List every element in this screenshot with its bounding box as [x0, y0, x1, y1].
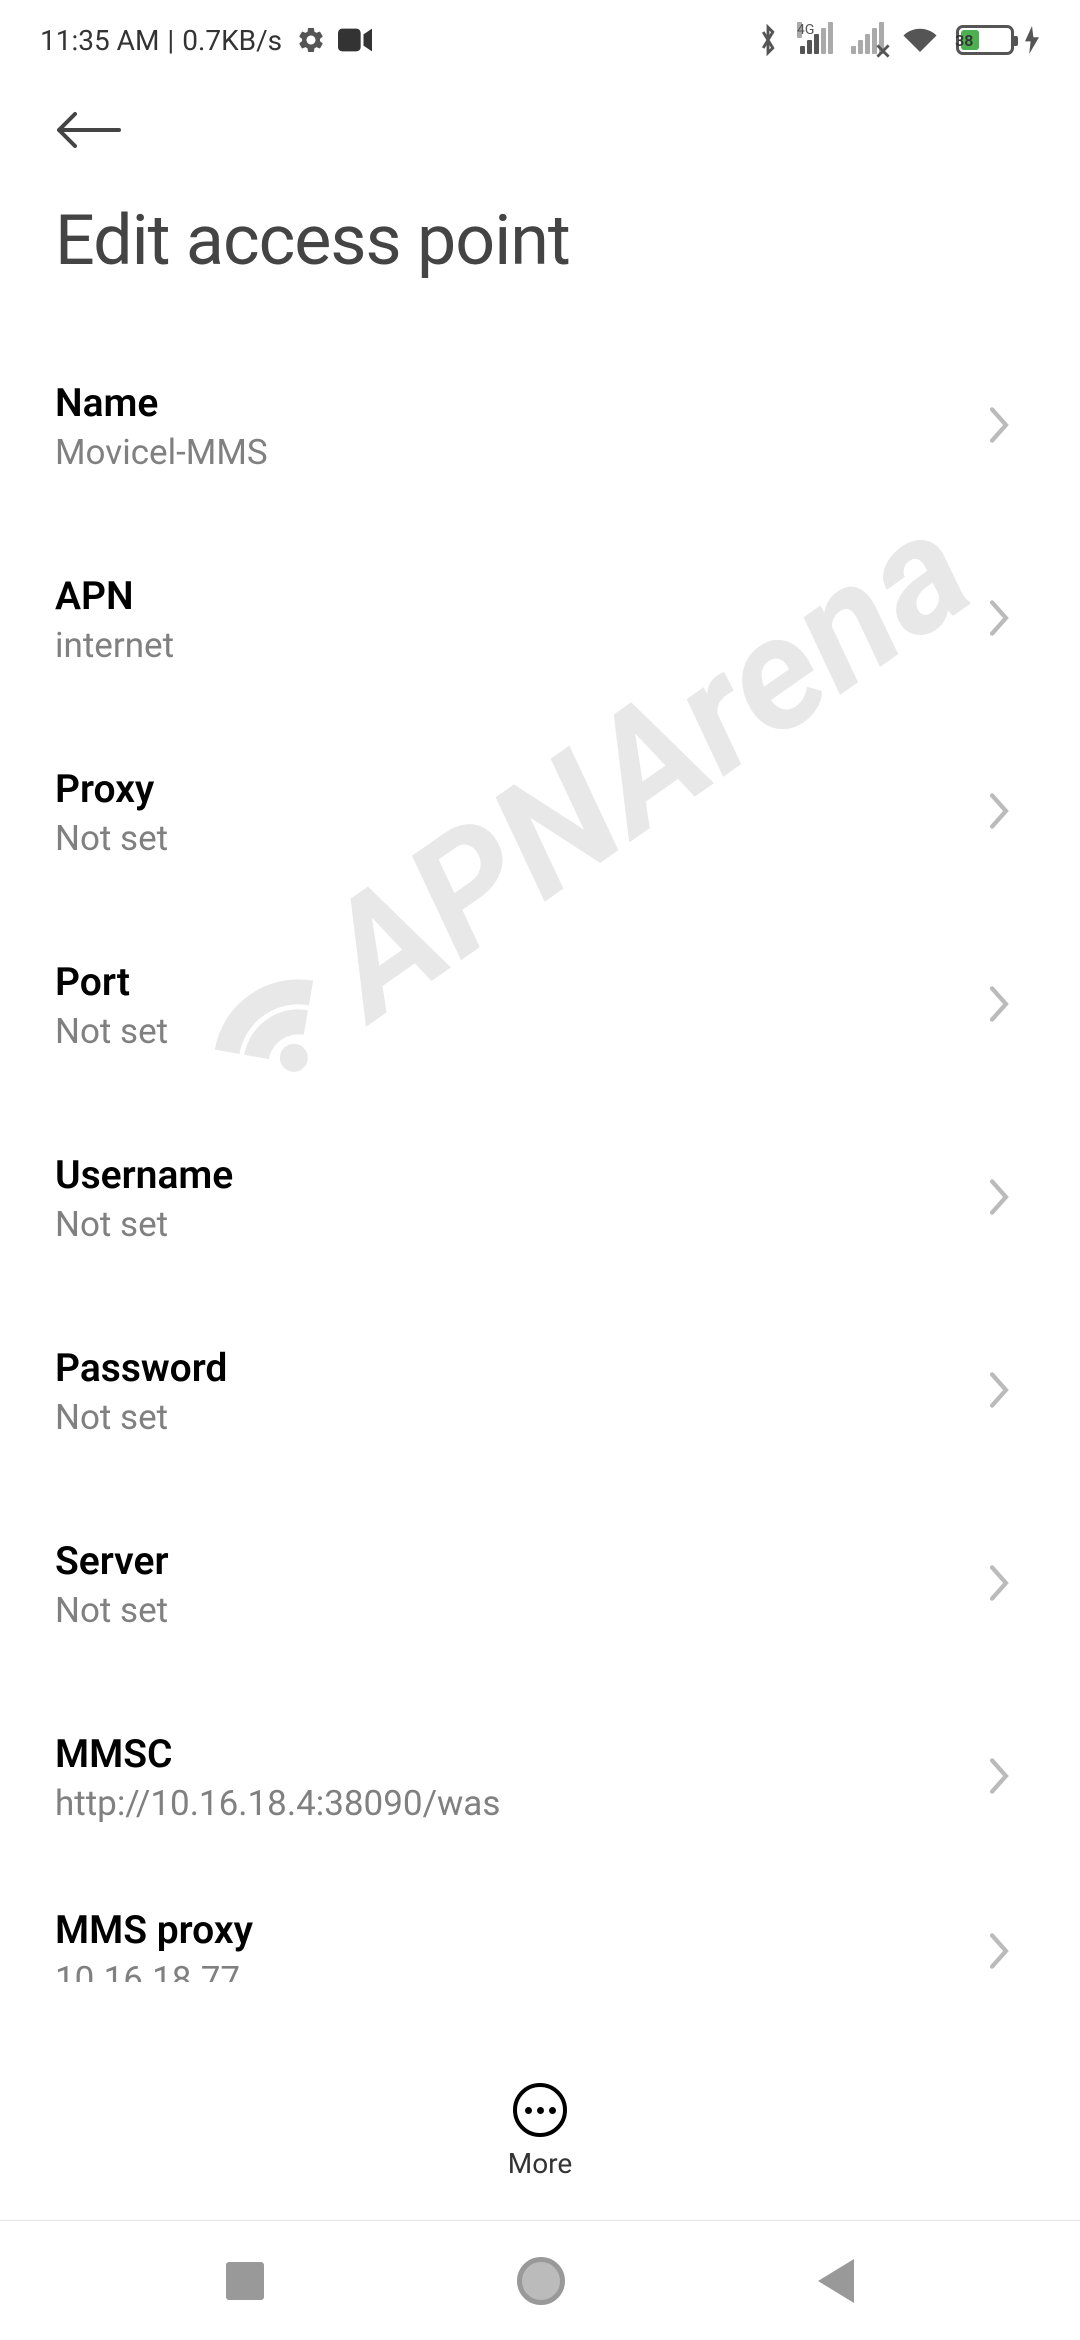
more-button[interactable]: More: [0, 2083, 1080, 2180]
setting-label: Proxy: [55, 766, 168, 812]
setting-value: Not set: [55, 818, 168, 859]
setting-label: APN: [55, 573, 174, 619]
setting-port[interactable]: Port Not set: [55, 911, 1025, 1104]
status-divider: |: [167, 24, 174, 57]
setting-label: Name: [55, 380, 268, 426]
chevron-right-icon: [988, 599, 1010, 641]
settings-list: Name Movicel-MMS APN internet Proxy Not …: [0, 332, 1080, 1982]
setting-value: Not set: [55, 1590, 168, 1631]
status-time: 11:35 AM: [40, 24, 159, 57]
setting-value: Not set: [55, 1397, 227, 1438]
status-speed: 0.7KB/s: [182, 24, 282, 57]
setting-value: internet: [55, 625, 174, 666]
signal-sim1-icon: 4G: [797, 26, 833, 54]
back-button[interactable]: [55, 110, 115, 150]
nav-back-button[interactable]: [818, 2259, 854, 2303]
wifi-icon: [902, 25, 938, 55]
battery-icon: 38: [956, 25, 1014, 55]
chevron-right-icon: [988, 1932, 1010, 1974]
settings-icon: [296, 25, 326, 55]
bluetooth-icon: [757, 24, 779, 56]
navigation-bar: [0, 2220, 1080, 2340]
setting-apn[interactable]: APN internet: [55, 525, 1025, 718]
charging-icon: [1024, 26, 1040, 54]
setting-label: Username: [55, 1152, 233, 1198]
setting-server[interactable]: Server Not set: [55, 1490, 1025, 1683]
setting-username[interactable]: Username Not set: [55, 1104, 1025, 1297]
setting-proxy[interactable]: Proxy Not set: [55, 718, 1025, 911]
setting-label: MMSC: [55, 1731, 500, 1777]
signal-sim2-icon: [851, 26, 884, 54]
setting-label: Port: [55, 959, 168, 1005]
nav-recent-button[interactable]: [226, 2262, 264, 2300]
more-icon: [513, 2083, 567, 2137]
chevron-right-icon: [988, 1178, 1010, 1220]
setting-password[interactable]: Password Not set: [55, 1297, 1025, 1490]
page-title: Edit access point: [0, 170, 1080, 332]
setting-value: http://10.16.18.4:38090/was: [55, 1783, 500, 1824]
status-bar: 11:35 AM | 0.7KB/s 4G: [0, 0, 1080, 80]
battery-percent: 38: [955, 31, 1005, 50]
setting-value: Movicel-MMS: [55, 432, 268, 473]
more-label: More: [508, 2147, 573, 2180]
video-icon: [338, 28, 372, 52]
chevron-right-icon: [988, 1564, 1010, 1606]
setting-mms-proxy[interactable]: MMS proxy 10.16.18.77: [55, 1876, 1025, 1982]
setting-label: MMS proxy: [55, 1907, 253, 1953]
nav-home-button[interactable]: [517, 2257, 565, 2305]
chevron-right-icon: [988, 1757, 1010, 1799]
setting-name[interactable]: Name Movicel-MMS: [55, 332, 1025, 525]
setting-value: 10.16.18.77: [55, 1959, 253, 1983]
chevron-right-icon: [988, 985, 1010, 1027]
chevron-right-icon: [988, 1371, 1010, 1413]
setting-value: Not set: [55, 1204, 233, 1245]
setting-label: Server: [55, 1538, 168, 1584]
setting-mmsc[interactable]: MMSC http://10.16.18.4:38090/was: [55, 1683, 1025, 1876]
setting-value: Not set: [55, 1011, 168, 1052]
chevron-right-icon: [988, 406, 1010, 448]
setting-label: Password: [55, 1345, 227, 1391]
chevron-right-icon: [988, 792, 1010, 834]
